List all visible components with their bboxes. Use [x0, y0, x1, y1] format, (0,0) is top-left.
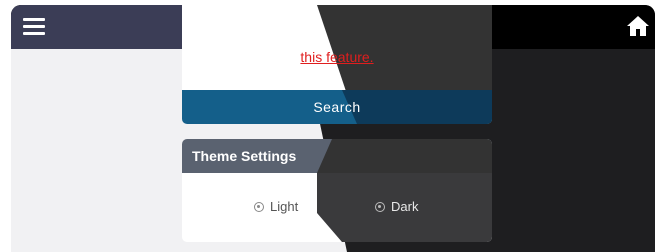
- radio-icon[interactable]: [375, 202, 385, 212]
- radio-icon[interactable]: [254, 202, 264, 212]
- radio-label-light: Light: [270, 199, 299, 214]
- dark-overlay: [317, 173, 492, 242]
- search-button-label: Search: [313, 99, 361, 115]
- home-icon[interactable]: [626, 15, 650, 37]
- theme-card-title: Theme Settings: [192, 148, 297, 164]
- theme-card-header: Theme Settings: [182, 139, 492, 173]
- feature-link[interactable]: this feature.: [182, 49, 492, 65]
- radio-option-light[interactable]: Light: [254, 199, 298, 215]
- radio-option-dark[interactable]: Dark: [375, 199, 418, 215]
- radio-label-dark: Dark: [391, 199, 419, 214]
- feature-card: this feature. Search: [182, 5, 492, 124]
- search-button[interactable]: Search: [182, 90, 492, 124]
- app-screen: Settings this feature. Search Theme Sett…: [11, 5, 655, 252]
- theme-settings-card: Theme Settings Light Dark: [182, 139, 492, 242]
